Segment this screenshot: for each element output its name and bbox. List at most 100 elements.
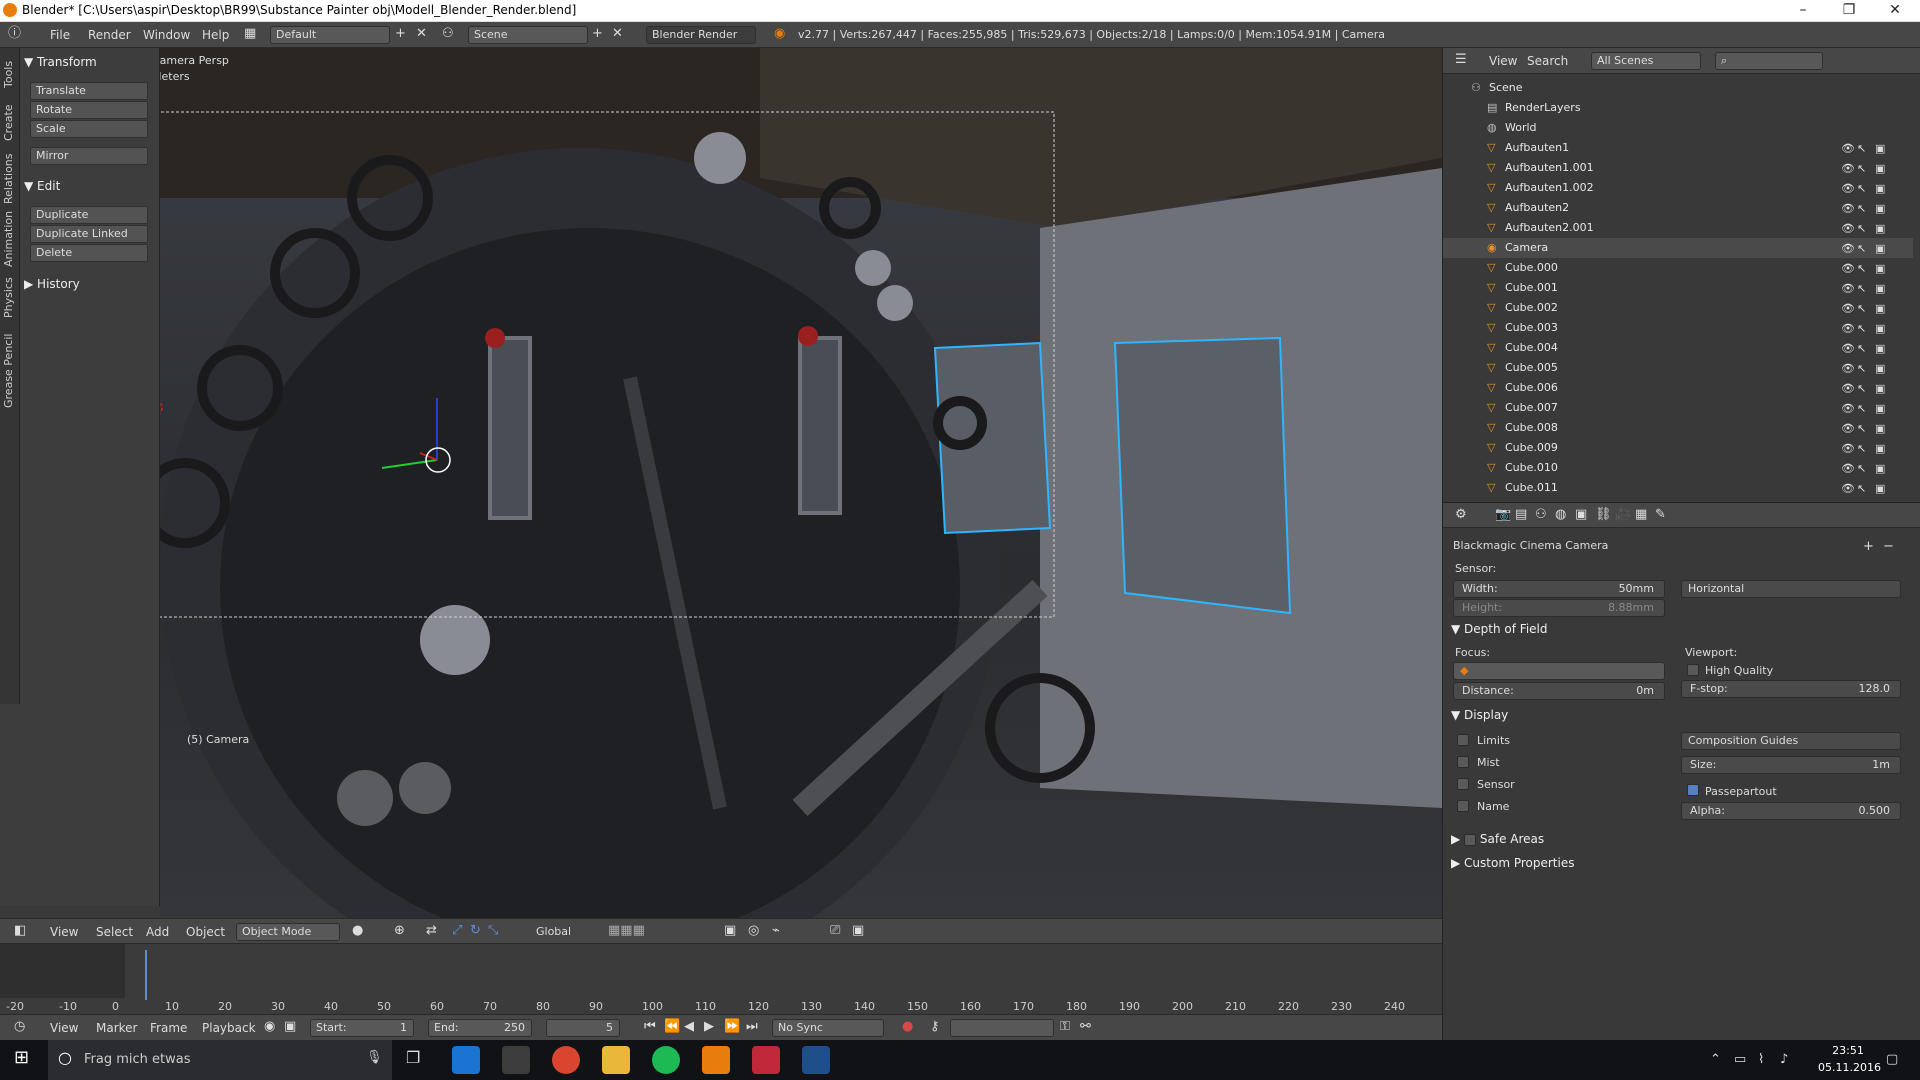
render-camera-icon[interactable]: ▣ bbox=[1875, 302, 1885, 315]
render-tab-icon[interactable]: 📷 bbox=[1495, 507, 1511, 523]
play-icon[interactable]: ▶ bbox=[704, 1019, 714, 1035]
proportional-edit-icon[interactable]: ◎ bbox=[748, 923, 759, 939]
passepartout-checkbox[interactable] bbox=[1687, 784, 1699, 796]
opengl-render-icon[interactable]: ▣ bbox=[852, 923, 864, 939]
end-frame-field[interactable]: End: 250 bbox=[428, 1019, 532, 1037]
timeline[interactable]: -20 -10 0 10 20 30 40 50 60 70 80 90 100 110 120 130 140… bbox=[0, 944, 1442, 1022]
eye-icon[interactable]: 👁 bbox=[1841, 282, 1855, 295]
outliner-row[interactable]: ▤ RenderLayers bbox=[1443, 98, 1913, 118]
battery-icon[interactable]: ▭ bbox=[1734, 1052, 1746, 1068]
render-camera-icon[interactable]: ▣ bbox=[1875, 362, 1885, 375]
mirror-button[interactable]: Mirror bbox=[30, 147, 148, 165]
delete-keyframe-icon[interactable]: ⚯ bbox=[1080, 1019, 1091, 1035]
viewport-shading-icon[interactable]: ● bbox=[352, 923, 363, 939]
tab-physics[interactable]: Physics bbox=[2, 274, 18, 322]
select-arrow-icon[interactable]: ↖ bbox=[1857, 162, 1866, 175]
select-arrow-icon[interactable]: ↖ bbox=[1857, 142, 1866, 155]
render-camera-icon[interactable]: ▣ bbox=[1875, 222, 1885, 235]
menu-render[interactable]: Render bbox=[88, 28, 131, 42]
render-camera-icon[interactable]: ▣ bbox=[1875, 242, 1885, 255]
eye-icon[interactable]: 👁 bbox=[1841, 202, 1855, 215]
eye-icon[interactable]: 👁 bbox=[1841, 162, 1855, 175]
timeline-menu-playback[interactable]: Playback bbox=[202, 1021, 256, 1035]
tab-create[interactable]: Create bbox=[2, 100, 18, 146]
sync-select[interactable]: No Sync bbox=[772, 1019, 884, 1037]
start-icon[interactable]: ⊞ bbox=[14, 1049, 29, 1067]
render-engine-select[interactable]: Blender Render bbox=[646, 26, 756, 44]
rotate-manipulator-icon[interactable]: ↻ bbox=[470, 923, 481, 939]
sensor-width-field[interactable]: Width: 50mm bbox=[1453, 580, 1665, 598]
render-camera-icon[interactable]: ▣ bbox=[1875, 262, 1885, 275]
3d-viewport[interactable]: Camera Persp Meters (5) Camera bbox=[160, 48, 1442, 918]
outliner-row[interactable]: ▽ Cube.006 👁 ↖ ▣ bbox=[1443, 378, 1913, 398]
outliner-editor-icon[interactable]: ☰ bbox=[1455, 52, 1467, 68]
menu-view[interactable]: View bbox=[50, 925, 78, 939]
outliner-row[interactable]: ▽ Aufbauten1.001 👁 ↖ ▣ bbox=[1443, 158, 1913, 178]
taskbar-search[interactable]: ○ Frag mich etwas 🎙 bbox=[48, 1040, 392, 1080]
outliner-menu-search[interactable]: Search bbox=[1527, 54, 1568, 68]
select-arrow-icon[interactable]: ↖ bbox=[1857, 442, 1866, 455]
physics-tab-icon[interactable]: ✎ bbox=[1655, 507, 1666, 523]
render-camera-icon[interactable]: ▣ bbox=[1875, 402, 1885, 415]
select-arrow-icon[interactable]: ↖ bbox=[1857, 302, 1866, 315]
display-mode-select[interactable]: All Scenes bbox=[1591, 52, 1701, 70]
texture-tab-icon[interactable]: ▦ bbox=[1635, 507, 1647, 523]
snap-icon[interactable]: ⌁ bbox=[772, 923, 780, 939]
clock-date[interactable]: 05.11.2016 bbox=[1818, 1061, 1881, 1074]
transform-panel-header[interactable]: ▼ Transform bbox=[24, 52, 154, 72]
translate-manipulator-icon[interactable]: ⤢ bbox=[452, 923, 462, 939]
wifi-icon[interactable]: ⌇ bbox=[1758, 1052, 1764, 1068]
select-arrow-icon[interactable]: ↖ bbox=[1857, 402, 1866, 415]
render-camera-icon[interactable]: ▣ bbox=[1875, 462, 1885, 475]
display-size-field[interactable]: Size: 1m bbox=[1681, 756, 1901, 774]
menu-help[interactable]: Help bbox=[202, 28, 229, 42]
timeline-menu-marker[interactable]: Marker bbox=[96, 1021, 137, 1035]
world-tab-icon[interactable]: ◍ bbox=[1555, 507, 1566, 523]
menu-select[interactable]: Select bbox=[96, 925, 133, 939]
record-icon[interactable]: ● bbox=[902, 1019, 913, 1035]
scale-button[interactable]: Scale bbox=[30, 120, 148, 138]
render-camera-icon[interactable]: ▣ bbox=[1875, 422, 1885, 435]
tab-grease-pencil[interactable]: Grease Pencil bbox=[2, 330, 18, 412]
next-key-icon[interactable]: ⏩ bbox=[724, 1019, 740, 1035]
play-reverse-icon[interactable]: ◀ bbox=[684, 1019, 694, 1035]
mist-checkbox[interactable] bbox=[1457, 756, 1469, 768]
scene-icon[interactable]: ⚇ bbox=[442, 26, 454, 42]
playhead[interactable] bbox=[145, 950, 147, 1000]
orientation-select[interactable]: Global bbox=[530, 923, 598, 941]
tab-tools[interactable]: Tools bbox=[2, 54, 18, 94]
keyframe-type-icon[interactable]: ⚷ bbox=[930, 1019, 940, 1035]
select-arrow-icon[interactable]: ↖ bbox=[1857, 202, 1866, 215]
manipulator-icon[interactable]: ⇄ bbox=[426, 923, 437, 939]
outliner-row[interactable]: ▽ Cube.009 👁 ↖ ▣ bbox=[1443, 438, 1913, 458]
lock-icon[interactable]: ▣ bbox=[284, 1019, 296, 1035]
translate-button[interactable]: Translate bbox=[30, 82, 148, 100]
jump-start-icon[interactable]: ⏮ bbox=[644, 1019, 656, 1035]
outliner-row[interactable]: ◉ Camera 👁 ↖ ▣ bbox=[1443, 238, 1913, 258]
outliner-row[interactable]: ▽ Cube.000 👁 ↖ ▣ bbox=[1443, 258, 1913, 278]
eye-icon[interactable]: 👁 bbox=[1841, 462, 1855, 475]
outliner-row[interactable]: ▽ Aufbauten1.002 👁 ↖ ▣ bbox=[1443, 178, 1913, 198]
outliner-row[interactable]: ▽ Cube.005 👁 ↖ ▣ bbox=[1443, 358, 1913, 378]
custom-properties-section-header[interactable]: ▶ Custom Properties bbox=[1451, 856, 1574, 870]
notifications-icon[interactable]: ▢ bbox=[1886, 1052, 1898, 1068]
outliner-row[interactable]: ▽ Cube.010 👁 ↖ ▣ bbox=[1443, 458, 1913, 478]
keying-icon[interactable]: ◉ bbox=[264, 1019, 275, 1035]
properties-editor-icon[interactable]: ⚙ bbox=[1455, 507, 1467, 523]
rotate-button[interactable]: Rotate bbox=[30, 101, 148, 119]
select-arrow-icon[interactable]: ↖ bbox=[1857, 362, 1866, 375]
select-arrow-icon[interactable]: ↖ bbox=[1857, 282, 1866, 295]
focus-object-field[interactable]: ◆ bbox=[1453, 662, 1665, 680]
render-camera-icon[interactable]: ▣ bbox=[1875, 142, 1885, 155]
camera-preset-select[interactable]: Blackmagic Cinema Camera bbox=[1451, 538, 1851, 556]
timeline-menu-frame[interactable]: Frame bbox=[150, 1021, 187, 1035]
safe-areas-checkbox[interactable] bbox=[1464, 833, 1477, 846]
app-taskbar-icon[interactable] bbox=[802, 1046, 830, 1074]
menu-object[interactable]: Object bbox=[186, 925, 225, 939]
render-camera-icon[interactable]: ▣ bbox=[1875, 382, 1885, 395]
select-arrow-icon[interactable]: ↖ bbox=[1857, 322, 1866, 335]
tray-chevron-icon[interactable]: ⌃ bbox=[1710, 1052, 1721, 1068]
outliner-row[interactable]: ▽ Aufbauten1 👁 ↖ ▣ bbox=[1443, 138, 1913, 158]
volume-icon[interactable]: ♪ bbox=[1780, 1052, 1788, 1068]
editor-type-icon[interactable]: ◧ bbox=[14, 923, 26, 939]
